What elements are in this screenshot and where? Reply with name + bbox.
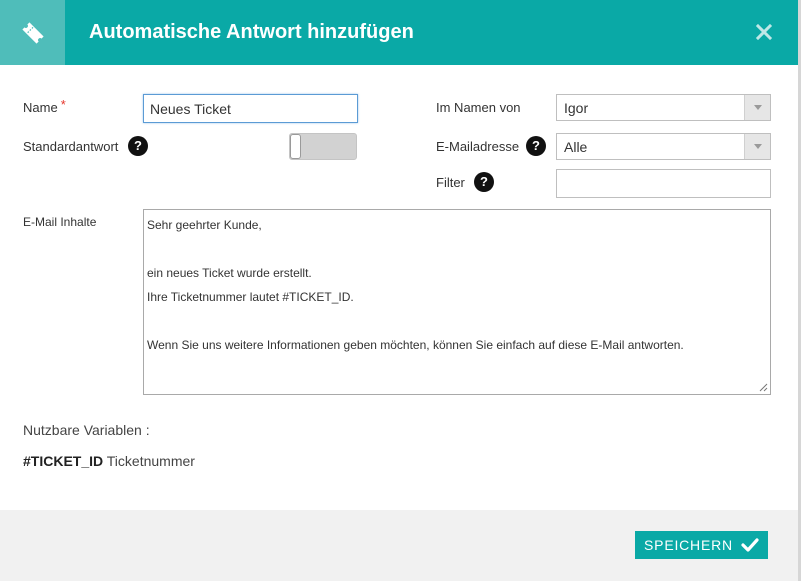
header-icon-box <box>0 0 65 65</box>
content-line <box>147 313 767 337</box>
content-line: Sehr geehrter Kunde, <box>147 218 262 232</box>
check-icon <box>741 538 759 552</box>
dialog-header: Automatische Antwort hinzufügen <box>0 0 798 65</box>
save-button[interactable]: SPEICHERN <box>635 531 768 559</box>
ticket-icon <box>21 21 44 44</box>
content-line: Ihre Ticketnummer lautet #TICKET_ID. <box>147 290 354 304</box>
save-button-label: SPEICHERN <box>644 537 733 553</box>
email-address-help-icon[interactable]: ? <box>526 136 546 156</box>
content-line: ein neues Ticket wurde erstellt. <box>147 266 312 280</box>
on-behalf-select[interactable]: Igor <box>556 94 771 121</box>
standard-reply-help-icon[interactable]: ? <box>128 136 148 156</box>
email-content-textarea[interactable]: Sehr geehrter Kunde, ein neues Ticket wu… <box>143 209 771 395</box>
filter-help-icon[interactable]: ? <box>474 172 494 192</box>
content-line <box>147 241 767 265</box>
filter-input[interactable] <box>556 169 771 198</box>
name-input[interactable] <box>143 94 358 123</box>
filter-label: Filter <box>436 175 465 190</box>
close-icon <box>756 24 772 40</box>
email-address-label: E-Mailadresse <box>436 139 520 154</box>
required-mark: * <box>60 97 66 112</box>
chevron-down-icon <box>744 134 770 159</box>
email-address-select[interactable]: Alle <box>556 133 771 160</box>
standard-reply-label: Standardantwort <box>23 139 119 154</box>
content-line: Wenn Sie uns weitere Informationen geben… <box>147 338 684 352</box>
variable-item: #TICKET_ID Ticketnummer <box>23 453 195 469</box>
resize-grip-icon[interactable] <box>758 382 768 392</box>
email-content-label: E-Mail Inhalte <box>23 215 97 229</box>
variable-key: #TICKET_ID <box>23 453 104 469</box>
toggle-knob <box>290 134 301 159</box>
variables-title: Nutzbare Variablen : <box>23 422 150 438</box>
standard-reply-toggle[interactable] <box>289 133 357 160</box>
name-label: Name * <box>23 97 66 115</box>
close-button[interactable] <box>752 20 776 44</box>
variable-description: Ticketnummer <box>106 453 195 469</box>
dialog-title: Automatische Antwort hinzufügen <box>89 21 414 43</box>
on-behalf-value: Igor <box>564 100 589 116</box>
email-address-value: Alle <box>564 139 588 155</box>
chevron-down-icon <box>744 95 770 120</box>
on-behalf-label: Im Namen von <box>436 100 521 115</box>
